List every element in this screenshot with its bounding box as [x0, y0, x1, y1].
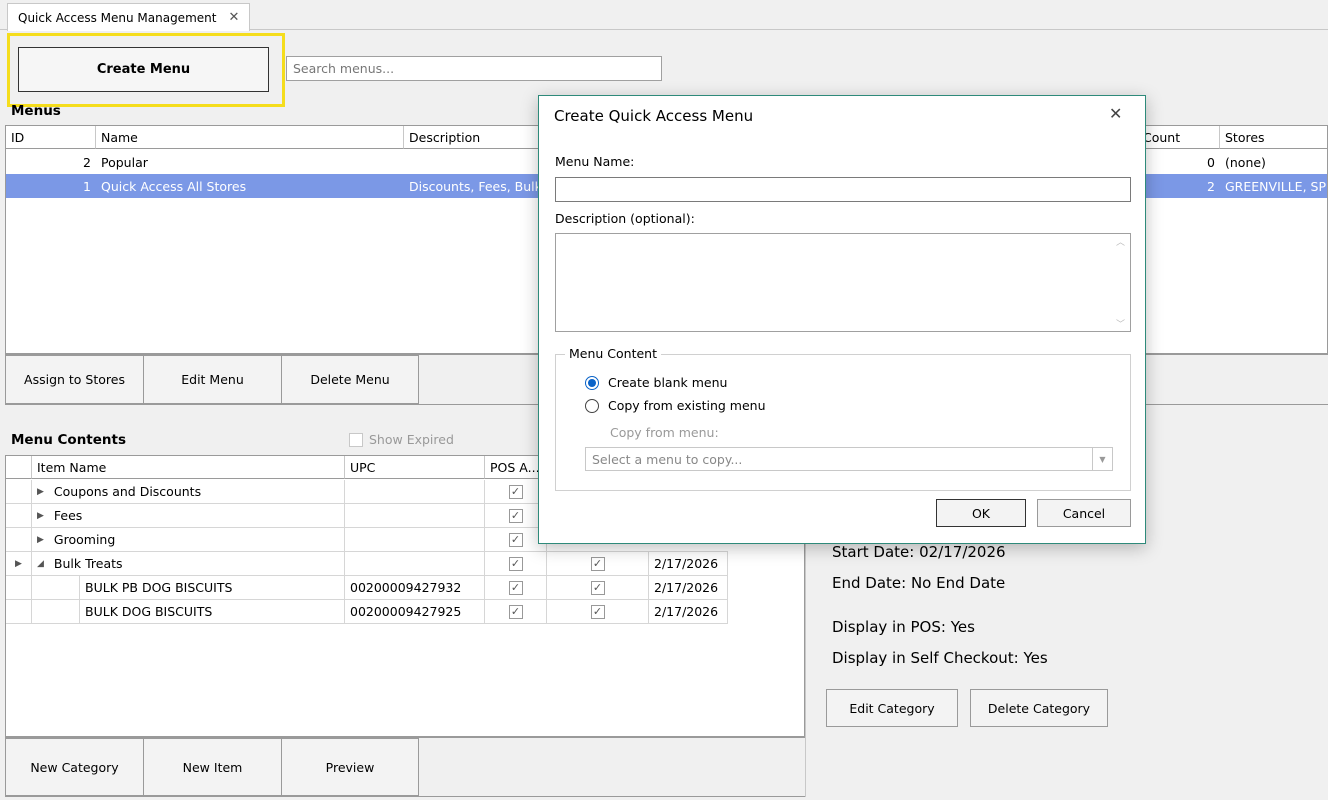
radio-selected-icon	[585, 375, 599, 390]
item-upc	[345, 504, 485, 527]
menu-id: 2	[83, 154, 91, 170]
menu-content-group-title: Menu Content	[565, 346, 662, 361]
item-upc	[345, 480, 485, 503]
ok-button[interactable]: OK	[936, 499, 1026, 527]
self-checkout-checkbox[interactable]: ✓	[590, 580, 605, 595]
list-item[interactable]: BULK DOG BISCUITS 00200009427925 ✓ ✓ 2/1…	[6, 600, 728, 624]
edit-category-button[interactable]: Edit Category	[826, 689, 958, 727]
preview-button[interactable]: Preview	[281, 738, 419, 796]
menu-name-input[interactable]	[555, 177, 1131, 202]
delete-menu-button[interactable]: Delete Menu	[281, 355, 419, 404]
new-item-button[interactable]: New Item	[143, 738, 282, 796]
column-header-upc[interactable]: UPC	[345, 456, 485, 479]
scroll-down-icon[interactable]: ﹀	[1116, 317, 1125, 330]
search-input[interactable]	[286, 56, 662, 81]
item-upc: 00200009427925	[345, 600, 485, 623]
create-quick-access-menu-dialog: Create Quick Access Menu ✕ Menu Name: De…	[538, 95, 1146, 544]
item-upc: 00200009427932	[345, 576, 485, 599]
pos-active-checkbox[interactable]: ✓	[508, 580, 523, 595]
edit-menu-button[interactable]: Edit Menu	[143, 355, 282, 404]
tab-label: Quick Access Menu Management	[18, 10, 217, 25]
item-name: Bulk Treats	[53, 556, 123, 571]
pos-active-checkbox[interactable]: ✓	[508, 508, 523, 523]
menu-description	[404, 150, 544, 174]
copy-existing-radio[interactable]: Copy from existing menu	[585, 398, 766, 413]
menu-name: Popular	[101, 154, 148, 170]
row-header	[6, 456, 32, 479]
list-item[interactable]: ▶ ◢ Bulk Treats ✓ ✓ 2/17/2026	[6, 552, 728, 576]
close-icon[interactable]: ✕	[1109, 104, 1122, 123]
column-header-name[interactable]: Name	[96, 126, 404, 149]
menu-description: Discounts, Fees, Bulk	[409, 178, 539, 194]
assign-to-stores-button[interactable]: Assign to Stores	[5, 355, 144, 404]
menu-id: 1	[83, 178, 91, 194]
display-pos-text: Display in POS: Yes	[832, 618, 975, 636]
item-start-date: 2/17/2026	[649, 552, 728, 575]
copy-from-select[interactable]: Select a menu to copy... ▼	[585, 447, 1113, 471]
end-date-text: End Date: No End Date	[832, 574, 1006, 592]
item-start-date: 2/17/2026	[649, 576, 728, 599]
show-expired-checkbox[interactable]: Show Expired	[349, 432, 454, 447]
item-upc	[345, 552, 485, 575]
copy-select-placeholder: Select a menu to copy...	[592, 451, 743, 467]
menus-section-title: Menus	[11, 103, 61, 119]
radio-unselected-icon	[585, 398, 599, 413]
expand-icon[interactable]: ▶	[37, 511, 44, 521]
pos-active-checkbox[interactable]: ✓	[508, 604, 523, 619]
item-name: BULK PB DOG BISCUITS	[80, 576, 345, 599]
checkbox-icon	[349, 432, 363, 447]
show-expired-label: Show Expired	[369, 432, 454, 447]
dialog-title: Create Quick Access Menu	[554, 107, 754, 125]
column-header-pos-active[interactable]: POS A...	[485, 456, 545, 479]
new-category-button[interactable]: New Category	[5, 738, 144, 796]
pos-active-checkbox[interactable]: ✓	[508, 556, 523, 571]
create-blank-radio[interactable]: Create blank menu	[585, 375, 727, 390]
item-name: BULK DOG BISCUITS	[80, 600, 345, 623]
column-header-count[interactable]: Count	[1138, 126, 1220, 149]
menu-stores: GREENVILLE, SPR	[1225, 178, 1327, 194]
menu-contents-title: Menu Contents	[11, 432, 127, 448]
pos-active-checkbox[interactable]: ✓	[508, 484, 523, 499]
expand-icon[interactable]: ▶	[37, 535, 44, 545]
description-label: Description (optional):	[555, 211, 695, 226]
item-name: Coupons and Discounts	[53, 484, 202, 499]
menu-name-label: Menu Name:	[555, 154, 635, 169]
item-name: Grooming	[53, 532, 116, 547]
menu-count: 2	[1207, 178, 1215, 194]
menu-stores: (none)	[1225, 154, 1266, 170]
description-input[interactable]	[555, 233, 1131, 332]
create-menu-button[interactable]: Create Menu	[18, 47, 269, 92]
row-indicator-icon: ▶	[15, 558, 22, 569]
close-icon[interactable]: ✕	[228, 10, 239, 25]
create-blank-label: Create blank menu	[608, 375, 728, 390]
start-date-text: Start Date: 02/17/2026	[832, 543, 1006, 561]
delete-category-button[interactable]: Delete Category	[970, 689, 1108, 727]
list-item[interactable]: BULK PB DOG BISCUITS 00200009427932 ✓ ✓ …	[6, 576, 728, 600]
collapse-icon[interactable]: ◢	[37, 559, 44, 569]
item-upc	[345, 528, 485, 551]
menu-count: 0	[1207, 154, 1215, 170]
menu-name: Quick Access All Stores	[101, 178, 247, 194]
self-checkout-checkbox[interactable]: ✓	[590, 556, 605, 571]
copy-from-label: Copy from menu:	[610, 425, 719, 440]
cancel-button[interactable]: Cancel	[1037, 499, 1131, 527]
item-name: Fees	[53, 508, 83, 523]
scroll-up-icon[interactable]: ︿	[1116, 235, 1125, 248]
expand-icon[interactable]: ▶	[37, 487, 44, 497]
column-header-item-name[interactable]: Item Name	[32, 456, 345, 479]
pos-active-checkbox[interactable]: ✓	[508, 532, 523, 547]
copy-existing-label: Copy from existing menu	[608, 398, 766, 413]
self-checkout-checkbox[interactable]: ✓	[590, 604, 605, 619]
column-header-stores[interactable]: Stores	[1220, 126, 1327, 149]
column-header-id[interactable]: ID	[6, 126, 96, 149]
chevron-down-icon[interactable]: ▼	[1092, 448, 1112, 470]
display-self-checkout-text: Display in Self Checkout: Yes	[832, 649, 1048, 667]
tab-quick-access-menu-management[interactable]: Quick Access Menu Management ✕	[7, 3, 251, 31]
scrollbar[interactable]: ︿ ﹀	[1112, 235, 1129, 330]
item-start-date: 2/17/2026	[649, 600, 728, 623]
